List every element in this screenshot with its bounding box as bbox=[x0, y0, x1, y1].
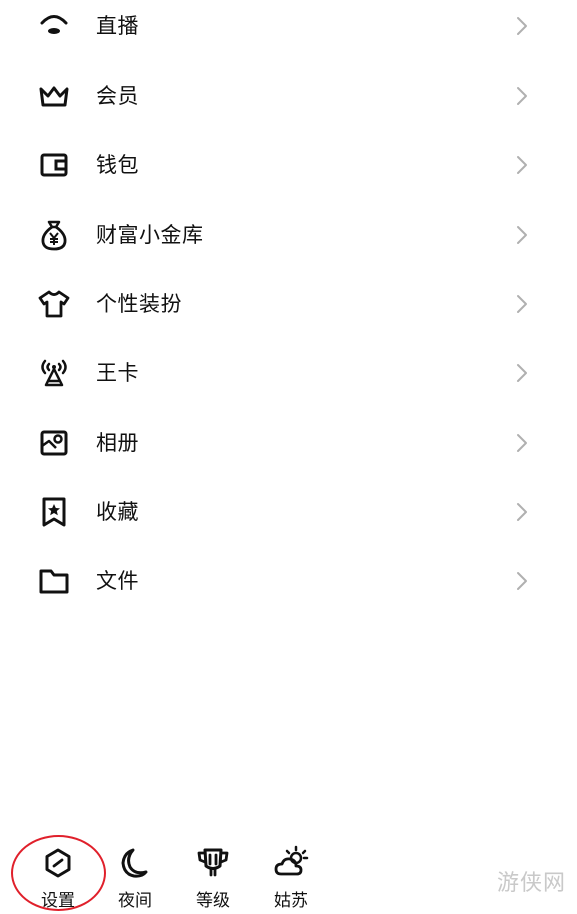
chevron-right-icon bbox=[514, 85, 530, 107]
menu-item-membership[interactable]: 会员 bbox=[0, 66, 577, 126]
weather-icon bbox=[272, 844, 310, 882]
menu-item-king-card[interactable]: 王卡 bbox=[0, 343, 577, 403]
chevron-right-icon bbox=[514, 501, 530, 523]
menu-item-label: 王卡 bbox=[96, 361, 139, 385]
menu-item-label: 相册 bbox=[96, 431, 139, 455]
menu-item-favorites[interactable]: 收藏 bbox=[0, 482, 577, 542]
level-label: 等级 bbox=[196, 891, 230, 911]
night-mode-button[interactable]: 夜间 bbox=[103, 835, 167, 914]
menu-item-live[interactable]: 直播 bbox=[0, 0, 577, 56]
chevron-right-icon bbox=[514, 224, 530, 246]
live-icon bbox=[37, 9, 71, 43]
menu-item-label: 收藏 bbox=[96, 500, 139, 524]
menu-item-label: 会员 bbox=[96, 84, 139, 108]
menu-item-files[interactable]: 文件 bbox=[0, 551, 577, 611]
photo-album-icon bbox=[37, 426, 71, 460]
money-bag-icon bbox=[37, 218, 71, 252]
menu-item-personalize[interactable]: 个性装扮 bbox=[0, 274, 577, 334]
chevron-right-icon bbox=[514, 15, 530, 37]
weather-button[interactable]: 姑苏 bbox=[259, 835, 323, 914]
night-mode-label: 夜间 bbox=[118, 891, 152, 911]
chevron-right-icon bbox=[514, 432, 530, 454]
menu-item-label: 文件 bbox=[96, 569, 139, 593]
site-watermark: 游侠网 bbox=[497, 871, 567, 896]
settings-highlight-circle bbox=[11, 835, 106, 911]
chevron-right-icon bbox=[514, 362, 530, 384]
bookmark-star-icon bbox=[37, 495, 71, 529]
trophy-icon bbox=[194, 844, 232, 882]
weather-label: 姑苏 bbox=[274, 891, 308, 911]
menu-item-label: 个性装扮 bbox=[96, 292, 182, 316]
menu-item-treasury[interactable]: 财富小金库 bbox=[0, 205, 577, 265]
folder-icon bbox=[37, 564, 71, 598]
menu-item-label: 钱包 bbox=[96, 153, 139, 177]
menu-item-label: 财富小金库 bbox=[96, 223, 204, 247]
crown-icon bbox=[37, 79, 71, 113]
signal-tower-icon bbox=[37, 356, 71, 390]
chevron-right-icon bbox=[514, 293, 530, 315]
wallet-icon bbox=[37, 148, 71, 182]
chevron-right-icon bbox=[514, 570, 530, 592]
menu-item-album[interactable]: 相册 bbox=[0, 413, 577, 473]
tshirt-icon bbox=[37, 287, 71, 321]
chevron-right-icon bbox=[514, 154, 530, 176]
moon-icon bbox=[116, 844, 154, 882]
menu-item-label: 直播 bbox=[96, 14, 139, 38]
menu-item-wallet[interactable]: 钱包 bbox=[0, 135, 577, 195]
level-button[interactable]: 等级 bbox=[181, 835, 245, 914]
